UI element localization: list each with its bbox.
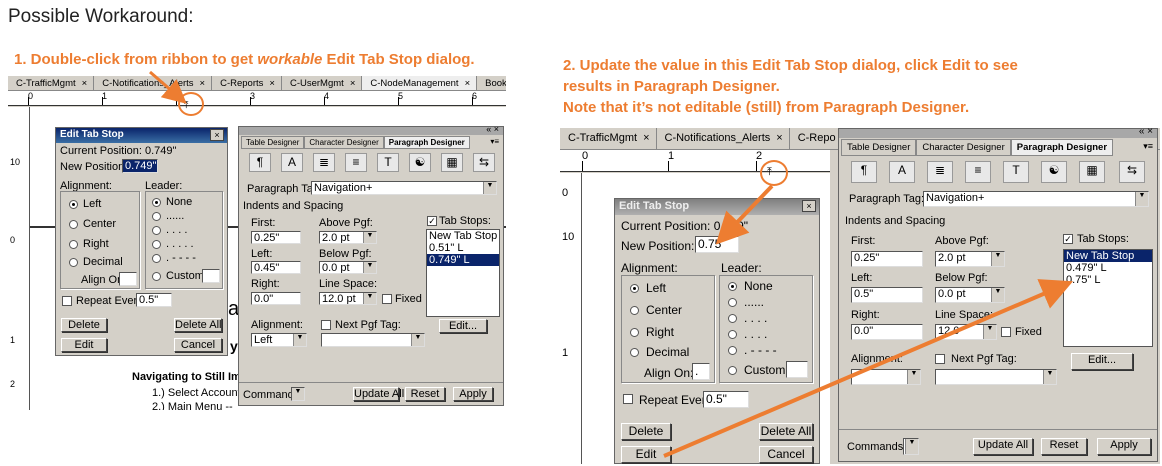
annotation-arrows xyxy=(149,70,1074,458)
edit-to-tabstops-arrow xyxy=(663,279,1074,458)
step1-arrow xyxy=(149,70,187,104)
step2-arrow xyxy=(715,184,774,245)
